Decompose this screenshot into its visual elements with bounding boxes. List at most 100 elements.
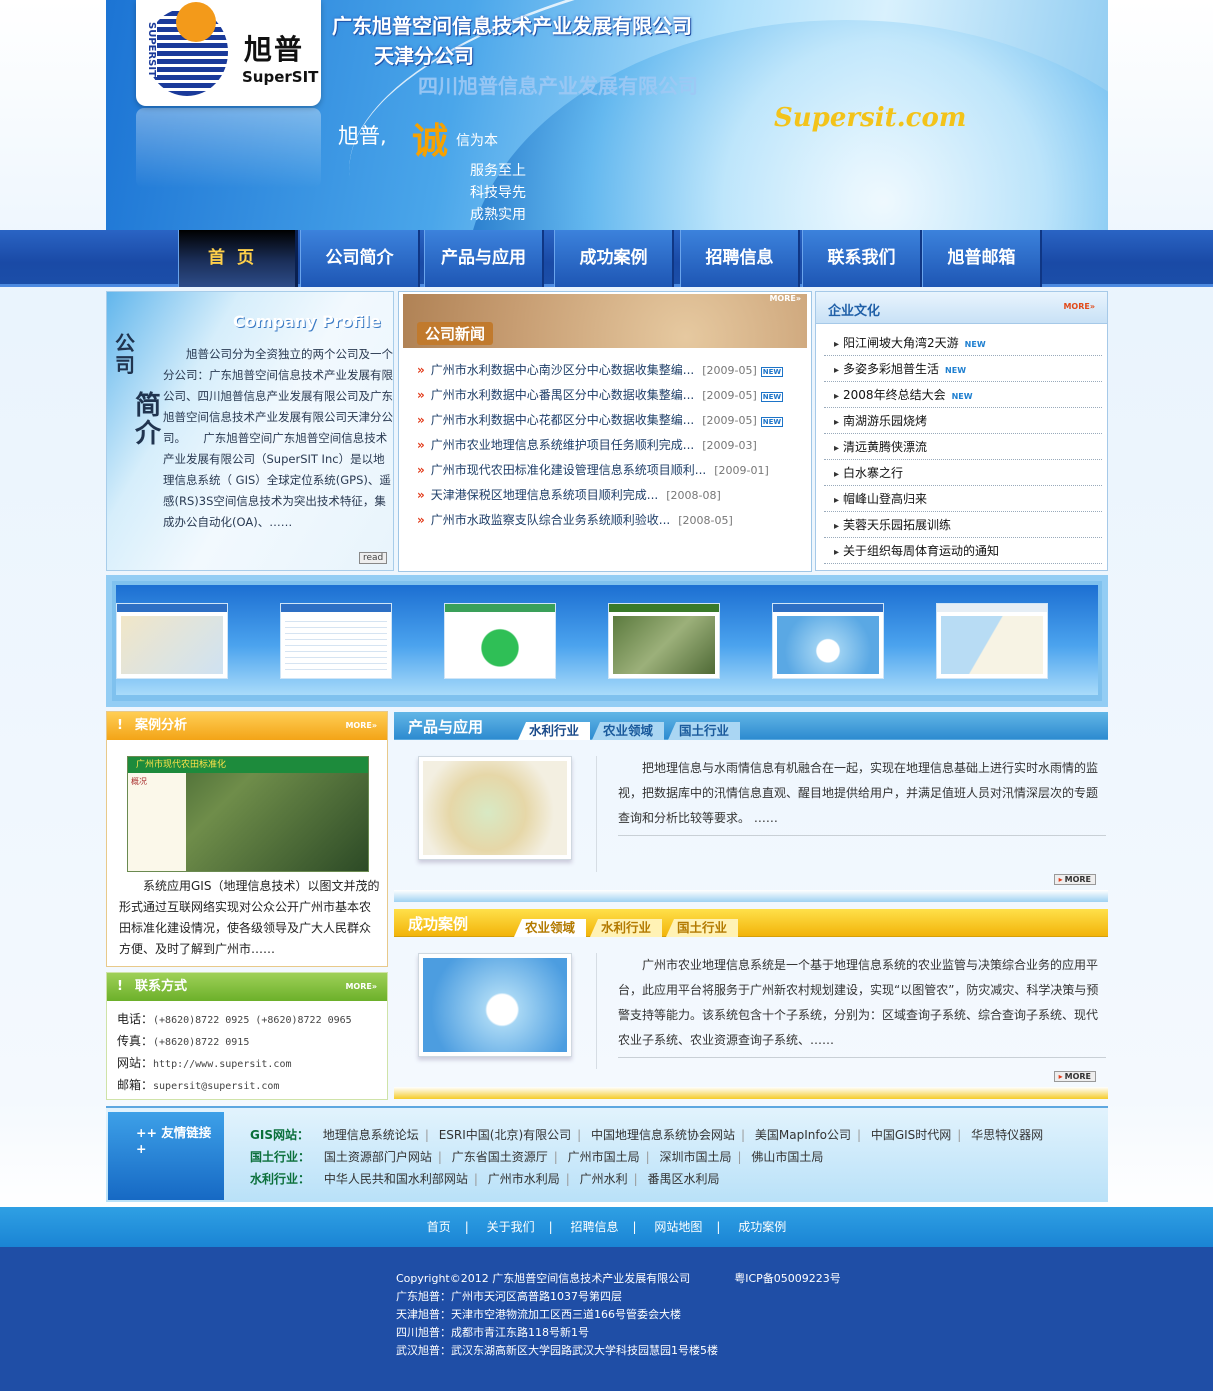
- arrow-icon: »: [417, 513, 425, 527]
- news-item-title[interactable]: 广州市水利数据中心花都区分中心数据收集整编...: [431, 413, 694, 427]
- nav-jobs[interactable]: 招聘信息: [680, 230, 800, 287]
- culture-item-title[interactable]: 阳江闸坡大角湾2天游: [843, 336, 959, 350]
- link-item[interactable]: 华思特仪器网: [971, 1128, 1043, 1142]
- link-item[interactable]: 番禺区水利局: [648, 1172, 720, 1186]
- news-item[interactable]: » 广州市农业地理信息系统维护项目任务顺利完成... [2009-03]: [417, 433, 783, 458]
- culture-item-title[interactable]: 关于组织每周体育运动的通知: [843, 544, 999, 558]
- news-item[interactable]: » 广州市水利数据中心花都区分中心数据收集整编... [2009-05] NEW: [417, 408, 784, 433]
- gallery-thumbnail[interactable]: [116, 603, 228, 679]
- tab-agriculture[interactable]: 农业领域: [592, 722, 664, 740]
- culture-item[interactable]: 2008年终总结大会 NEW: [824, 382, 1102, 408]
- link-item[interactable]: 中国GIS时代网: [871, 1128, 951, 1142]
- link-item[interactable]: 美国MapInfo公司: [755, 1128, 851, 1142]
- culture-item-title[interactable]: 多姿多彩旭普生活: [843, 362, 939, 376]
- news-more-link[interactable]: MORE»: [769, 294, 801, 343]
- news-item-title[interactable]: 天津港保税区地理信息系统项目顺利完成...: [431, 488, 658, 502]
- exclamation-icon: !: [117, 979, 123, 994]
- news-item-title[interactable]: 广州市农业地理信息系统维护项目任务顺利完成...: [431, 438, 694, 452]
- news-item-date: [2009-05]: [702, 364, 757, 377]
- culture-item-title[interactable]: 清远黄腾侠漂流: [843, 440, 927, 454]
- footer-link-sitemap[interactable]: 网站地图: [654, 1220, 702, 1234]
- link-item[interactable]: 国土资源部门户网站: [324, 1150, 432, 1164]
- gallery-thumbnail[interactable]: [772, 603, 884, 679]
- link-item[interactable]: 中华人民共和国水利部网站: [324, 1172, 468, 1186]
- link-item[interactable]: 中国地理信息系统协会网站: [591, 1128, 735, 1142]
- icp-number[interactable]: 粤ICP备05009223号: [734, 1272, 841, 1285]
- link-item[interactable]: 佛山市国土局: [751, 1150, 823, 1164]
- news-item[interactable]: » 广州市水利数据中心南沙区分中心数据收集整编... [2009-05] NEW: [417, 358, 784, 383]
- link-item[interactable]: ESRI中国(北京)有限公司: [439, 1128, 571, 1142]
- news-item[interactable]: » 广州市现代农田标准化建设管理信息系统项目顺利... [2009-01]: [417, 458, 783, 483]
- new-badge-icon: NEW: [945, 366, 967, 375]
- culture-item-title[interactable]: 南湖游乐园烧烤: [843, 414, 927, 428]
- company-logo[interactable]: SUPERSIT 旭普 SuperSIT: [136, 0, 321, 106]
- success-header: 成功案例 农业领域 水利行业 国土行业: [394, 909, 1108, 937]
- footer-link-jobs[interactable]: 招聘信息: [570, 1220, 618, 1234]
- tab-water[interactable]: 水利行业: [518, 722, 590, 740]
- nav-products[interactable]: 产品与应用: [424, 230, 544, 287]
- link-item[interactable]: 深圳市国土局: [660, 1150, 732, 1164]
- success-screenshot[interactable]: [418, 953, 572, 1057]
- contact-more-link[interactable]: MORE»: [345, 973, 377, 1001]
- nav-mail[interactable]: 旭普邮箱: [922, 230, 1042, 287]
- cases-more-link[interactable]: MORE»: [345, 712, 377, 740]
- culture-item[interactable]: 南湖游乐园烧烤: [824, 408, 1102, 434]
- web-link[interactable]: http://www.supersit.com: [153, 1059, 291, 1070]
- gallery-thumbnail[interactable]: [280, 603, 392, 679]
- links-row-label: GIS网站：: [250, 1128, 309, 1142]
- culture-item[interactable]: 芙蓉天乐园拓展训练: [824, 512, 1102, 538]
- products-more-button[interactable]: MORE: [1053, 874, 1096, 885]
- culture-title: 企业文化: [828, 304, 881, 319]
- news-item[interactable]: » 天津港保税区地理信息系统项目顺利完成... [2008-08]: [417, 483, 783, 508]
- exclamation-icon: !: [117, 718, 123, 733]
- success-more-button[interactable]: MORE: [1053, 1071, 1096, 1082]
- culture-item[interactable]: 帽峰山登高归来: [824, 486, 1102, 512]
- news-item-title[interactable]: 广州市水利数据中心南沙区分中心数据收集整编...: [431, 363, 694, 377]
- footer-link-cases[interactable]: 成功案例: [738, 1220, 786, 1234]
- gallery-thumbnail[interactable]: [936, 603, 1048, 679]
- culture-item[interactable]: 清远黄腾侠漂流: [824, 434, 1102, 460]
- culture-more-link[interactable]: MORE»: [1063, 302, 1095, 311]
- culture-item-title[interactable]: 白水寨之行: [843, 466, 903, 480]
- culture-item[interactable]: 关于组织每周体育运动的通知: [824, 538, 1102, 564]
- link-item[interactable]: 广州水利: [580, 1172, 628, 1186]
- mail-link[interactable]: supersit@supersit.com: [153, 1081, 279, 1092]
- tab-agriculture[interactable]: 农业领域: [514, 919, 586, 937]
- culture-item[interactable]: 白水寨之行: [824, 460, 1102, 486]
- product-screenshot[interactable]: [418, 756, 572, 860]
- read-more-button[interactable]: read: [359, 552, 388, 564]
- news-item-date: [2009-05]: [702, 389, 757, 402]
- tel-label: 电话：: [117, 1012, 154, 1026]
- culture-item-title[interactable]: 芙蓉天乐园拓展训练: [843, 518, 951, 532]
- nav-home[interactable]: 首页: [178, 230, 298, 287]
- tab-water[interactable]: 水利行业: [590, 919, 662, 937]
- link-item[interactable]: 广东省国土资源厅: [452, 1150, 548, 1164]
- news-item-title[interactable]: 广州市水政监察支队综合业务系统顺利验收...: [431, 513, 670, 527]
- news-item[interactable]: » 广州市水政监察支队综合业务系统顺利验收... [2008-05]: [417, 508, 783, 533]
- footer-nav: 首页 | 关于我们 | 招聘信息 | 网站地图 | 成功案例: [0, 1207, 1213, 1247]
- footer-link-home[interactable]: 首页: [427, 1220, 451, 1234]
- culture-item-title[interactable]: 2008年终总结大会: [843, 388, 946, 402]
- nav-profile[interactable]: 公司简介: [300, 230, 420, 287]
- slogan-line: 服务至上: [470, 163, 526, 179]
- link-item[interactable]: 广州市水利局: [488, 1172, 560, 1186]
- mail-label: 邮箱：: [117, 1078, 154, 1092]
- case-screenshot[interactable]: 广州市现代农田标准化 概况: [127, 756, 369, 872]
- footer-link-about[interactable]: 关于我们: [487, 1220, 535, 1234]
- footer-address: 四川旭普：成都市青江东路118号新1号: [396, 1326, 589, 1339]
- tab-land[interactable]: 国土行业: [668, 722, 740, 740]
- news-item-title[interactable]: 广州市现代农田标准化建设管理信息系统项目顺利...: [431, 463, 706, 477]
- culture-item[interactable]: 阳江闸坡大角湾2天游 NEW: [824, 330, 1102, 356]
- nav-contact[interactable]: 联系我们: [802, 230, 922, 287]
- company-name-tianjin: 天津分公司: [374, 44, 474, 68]
- culture-item-title[interactable]: 帽峰山登高归来: [843, 492, 927, 506]
- link-item[interactable]: 地理信息系统论坛: [323, 1128, 419, 1142]
- gallery-thumbnail[interactable]: [444, 603, 556, 679]
- news-item-title[interactable]: 广州市水利数据中心番禺区分中心数据收集整编...: [431, 388, 694, 402]
- gallery-thumbnail[interactable]: [608, 603, 720, 679]
- link-item[interactable]: 广州市国土局: [568, 1150, 640, 1164]
- tab-land[interactable]: 国土行业: [666, 919, 738, 937]
- news-item[interactable]: » 广州市水利数据中心番禺区分中心数据收集整编... [2009-05] NEW: [417, 383, 784, 408]
- nav-cases[interactable]: 成功案例: [554, 230, 674, 287]
- culture-item[interactable]: 多姿多彩旭普生活 NEW: [824, 356, 1102, 382]
